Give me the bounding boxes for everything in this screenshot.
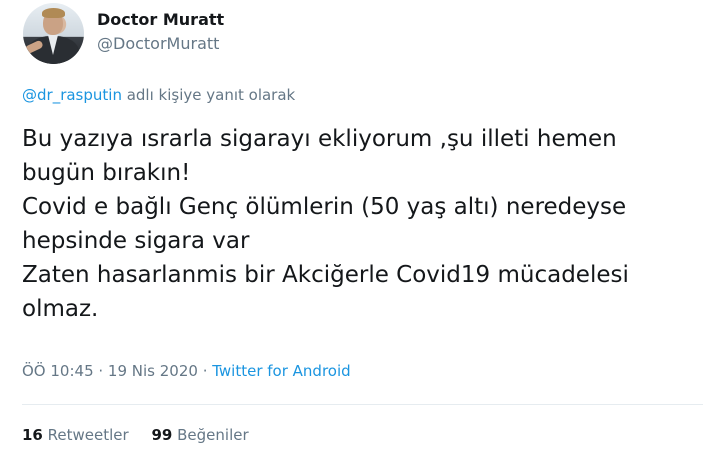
meta-separator: · [197,362,213,380]
likes-count: 99 [151,426,173,444]
reply-suffix: adlı kişiye yanıt olarak [121,86,296,104]
likes-stat[interactable]: 99 Beğeniler [151,426,248,444]
tweet-date[interactable]: 19 Nis 2020 [108,362,198,380]
avatar[interactable] [23,3,84,64]
reply-context: @dr_rasputin adlı kişiye yanıt olarak [22,86,295,104]
retweets-stat[interactable]: 16 Retweetler [22,426,129,444]
reply-mention-link[interactable]: @dr_rasputin [22,86,122,104]
tweet-stats: 16 Retweetler 99 Beğeniler [22,426,267,444]
author-handle[interactable]: @DoctorMuratt [97,34,219,53]
meta-separator: · [93,362,108,380]
retweets-label: Retweetler [47,426,129,444]
divider [22,404,703,405]
tweet-meta: ÖÖ 10:45 · 19 Nis 2020 · Twitter for And… [22,362,351,380]
tweet-text: Bu yazıya ısrarla sigarayı ekliyorum ,şu… [22,126,629,322]
tweet-source-link[interactable]: Twitter for Android [212,362,350,380]
author-name[interactable]: Doctor Muratt [97,10,224,29]
retweets-count: 16 [22,426,43,444]
likes-label: Beğeniler [177,426,249,444]
tweet-time[interactable]: ÖÖ 10:45 [22,362,94,380]
avatar-hair [42,8,65,18]
